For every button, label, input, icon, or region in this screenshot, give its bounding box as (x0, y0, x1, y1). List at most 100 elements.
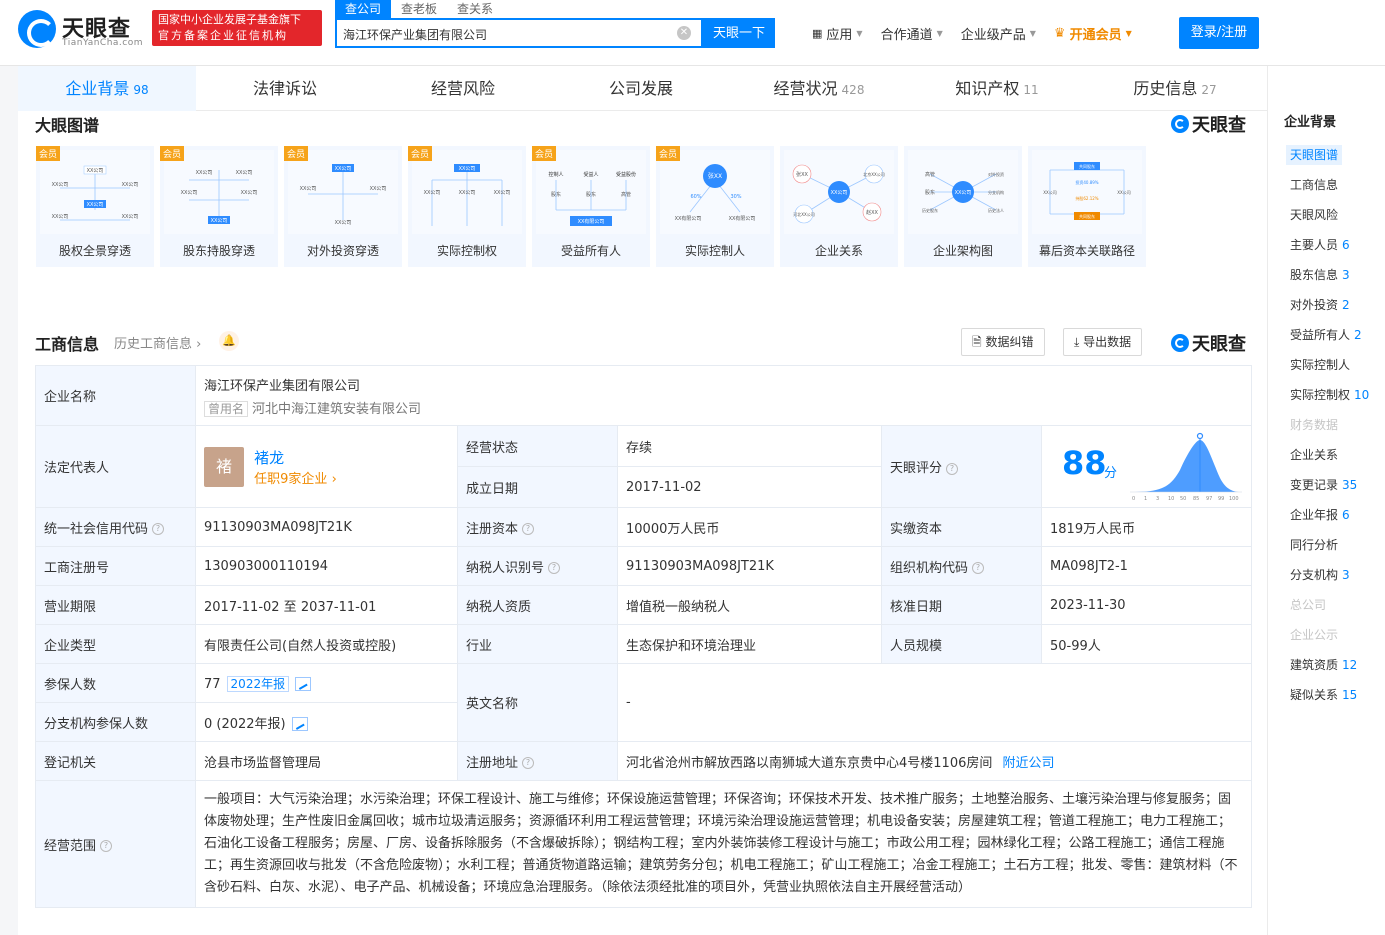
graph-card-controller[interactable]: 会员 张XX 60% 30% XX有限公司 XX有限公司 实际控制人 (656, 146, 774, 267)
company-name-cell: 海江环保产业集团有限公司 曾用名 河北中海江建筑安装有限公司 (194, 365, 1253, 426)
annual-report-tag[interactable]: 2022年报 (226, 675, 290, 692)
legal-rep-key: 法定代表人 (35, 425, 196, 508)
org-code-value: MA098JT2-1 (1040, 546, 1253, 586)
bell-icon[interactable]: 🔔 (219, 331, 239, 351)
help-icon[interactable]: ? (972, 562, 985, 574)
help-icon[interactable]: ? (152, 523, 165, 535)
search-input[interactable] (343, 24, 673, 44)
sidebar-item[interactable]: 分支机构 3 (1284, 564, 1380, 594)
logo[interactable]: 天眼查 TianYanCha.com (18, 8, 146, 52)
score-cell[interactable]: 88 分 0 1 3 10 50 85 97 99 100 (1040, 425, 1253, 508)
legal-rep-name[interactable]: 褚龙 (254, 447, 337, 468)
trend-chart-icon[interactable] (295, 677, 312, 691)
thumb-text: XX公司 (335, 166, 352, 172)
legal-rep-positions[interactable]: 任职9家企业 › (254, 468, 337, 487)
search-tab-company[interactable]: 查公司 (335, 0, 392, 18)
help-icon[interactable]: ? (946, 462, 959, 475)
address-cell: 河北省沧州市解放西路以南狮城大道东京贵中心4号楼1106房间 附近公司 (616, 741, 1253, 781)
term-value: 2017-11-02 至 2037-11-01 (195, 585, 458, 625)
trend-chart-icon[interactable] (291, 717, 308, 731)
eye-logo-icon (1171, 115, 1189, 133)
authority-key: 登记机关 (35, 741, 196, 781)
reg-capital-key-label: 注册资本 (466, 521, 519, 537)
search-tab-boss[interactable]: 查老板 (391, 0, 447, 18)
promo-banner[interactable]: 国家中小企业发展子基金旗下 官方备案企业征信机构 (152, 10, 322, 46)
clear-icon[interactable]: ✕ (677, 26, 691, 40)
tab-count: 98 (133, 83, 149, 97)
login-button[interactable]: 登录/注册 (1179, 17, 1259, 49)
sidebar-item[interactable]: 实际控制权 10 (1284, 384, 1380, 414)
nearby-companies-link[interactable]: 附近公司 (1003, 756, 1055, 771)
graph-card-investment[interactable]: 会员 XX公司 XX公司 XX公司 XX公司 对外投资穿透 (284, 146, 402, 267)
help-icon[interactable]: ? (522, 523, 535, 535)
chevron-down-icon: ▼ (1125, 29, 1132, 38)
tab-ip[interactable]: 知识产权 11 (908, 66, 1086, 111)
table-row: 参保人数 77 2022年报 英文名称 - (35, 663, 1253, 742)
tab-litigation[interactable]: 法律诉讼 (196, 66, 374, 111)
help-icon[interactable]: ? (548, 562, 561, 574)
thumb-text: 河北XX公司 (793, 211, 814, 217)
data-correct-button[interactable]: 🗎 数据纠错 (961, 328, 1045, 356)
sidebar-title: 企业背景 (1284, 115, 1337, 130)
tab-history[interactable]: 历史信息 27 (1086, 66, 1264, 111)
tab-label: 经营风险 (430, 79, 495, 98)
menu-apps[interactable]: ▦ 应用 ▼ (812, 24, 863, 43)
branch-insured-key: 分支机构参保人数 (35, 702, 196, 742)
help-icon[interactable]: ? (522, 757, 535, 769)
branch-insured-cell: 0 (2022年报) (195, 702, 458, 742)
menu-vip[interactable]: ♛ 开通会员 ▼ (1054, 24, 1132, 43)
search-button[interactable]: 天眼一下 (703, 18, 775, 48)
sidebar-item[interactable]: 天眼图谱 (1284, 144, 1380, 174)
taxpayer-key: 纳税人资质 (457, 585, 618, 625)
help-icon[interactable]: ? (100, 840, 113, 852)
business-info-table: 企业名称 海江环保产业集团有限公司 曾用名 河北中海江建筑安装有限公司 法定代表人… (35, 365, 1253, 908)
brand-watermark-text: 天眼查 (1192, 115, 1246, 136)
graph-thumbnail: XX公司 XX公司 XX公司 XX公司 XX公司 XX公司 (40, 150, 150, 234)
thumb-text: XX公司 (1117, 190, 1130, 195)
thumb-text: XX公司 (335, 220, 352, 226)
tab-risk[interactable]: 经营风险 (374, 66, 552, 111)
graph-card-control-right[interactable]: 会员 XX公司 XX公司 XX公司 XX公司 实际控制权 (408, 146, 526, 267)
thumb-text: 历史股东 (922, 207, 938, 213)
credit-code-key: 统一社会信用代码? (35, 507, 196, 547)
graph-card-beneficiary[interactable]: 会员 控制人 受益人 受益股份 股东 股东 高管 XX有限公司 受益所有人 (532, 146, 650, 267)
sidebar-item[interactable]: 实际控制人 (1284, 354, 1380, 384)
table-row: 企业名称 海江环保产业集团有限公司 曾用名 河北中海江建筑安装有限公司 (35, 365, 1253, 426)
sidebar-item-count: 35 (1342, 478, 1358, 492)
graph-card-structure[interactable]: XX公司 高管 股东 历史股东 对外投资 分支机构 历史法人 企业架构图 (904, 146, 1022, 267)
graph-card-capital-path[interactable]: 共同股东 投资40.89% 持股62.12% XX公司 XX公司 共同股东 幕后… (1028, 146, 1146, 267)
sidebar-item-label: 财务数据 (1290, 418, 1339, 432)
tab-development[interactable]: 公司发展 (552, 66, 730, 111)
sidebar-item[interactable]: 企业关系 (1284, 444, 1380, 474)
avatar[interactable]: 褚 (204, 446, 244, 487)
score-axis-tick: 100 (1229, 496, 1239, 502)
graph-card-equity[interactable]: 会员 XX公司 XX公司 XX公司 XX公司 XX公司 XX公司 股权全景穿透 (36, 146, 154, 267)
sidebar-item-count: 3 (1342, 568, 1350, 582)
sidebar-item[interactable]: 受益所有人 2 (1284, 324, 1380, 354)
thumb-text: 张XX (708, 172, 722, 180)
sidebar-item[interactable]: 企业年报 6 (1284, 504, 1380, 534)
search-tab-relation[interactable]: 查关系 (447, 0, 503, 18)
graph-card-shareholder[interactable]: 会员 XX公司 XX公司 XX公司 XX公司 XX公司 股东持股穿透 (160, 146, 278, 267)
sidebar-item[interactable]: 主要人员 6 (1284, 234, 1380, 264)
graph-card-relation[interactable]: XX公司 张XX 北京XX公司 河北XX公司 赵XX 企业关系 (780, 146, 898, 267)
sidebar-item[interactable]: 对外投资 2 (1284, 294, 1380, 324)
menu-partner-label: 合作通道 (880, 28, 933, 43)
sidebar-item[interactable]: 建筑资质 12 (1284, 654, 1380, 684)
tab-operations[interactable]: 经营状况 428 (730, 66, 908, 111)
export-button[interactable]: ⤓ 导出数据 (1063, 328, 1143, 356)
sidebar-item[interactable]: 工商信息 (1284, 174, 1380, 204)
sidebar-item[interactable]: 变更记录 35 (1284, 474, 1380, 504)
sidebar-item[interactable]: 疑似关系 15 (1284, 684, 1380, 714)
thumb-text: XX有限公司 (729, 215, 756, 222)
menu-enterprise[interactable]: 企业级产品 ▼ (961, 24, 1036, 43)
branch-insured-value: 0 (2022年报) (204, 716, 286, 732)
history-info-link[interactable]: 历史工商信息 › (114, 333, 201, 352)
reg-no-value: 130903000110194 (195, 546, 458, 586)
sidebar-item[interactable]: 天眼风险 (1284, 204, 1380, 234)
thumb-text: 持股62.12% (1075, 195, 1098, 201)
sidebar-item[interactable]: 股东信息 3 (1284, 264, 1380, 294)
menu-partner[interactable]: 合作通道 ▼ (881, 24, 943, 43)
sidebar-item[interactable]: 同行分析 (1284, 534, 1380, 564)
tab-background[interactable]: 企业背景 98 (18, 66, 196, 111)
